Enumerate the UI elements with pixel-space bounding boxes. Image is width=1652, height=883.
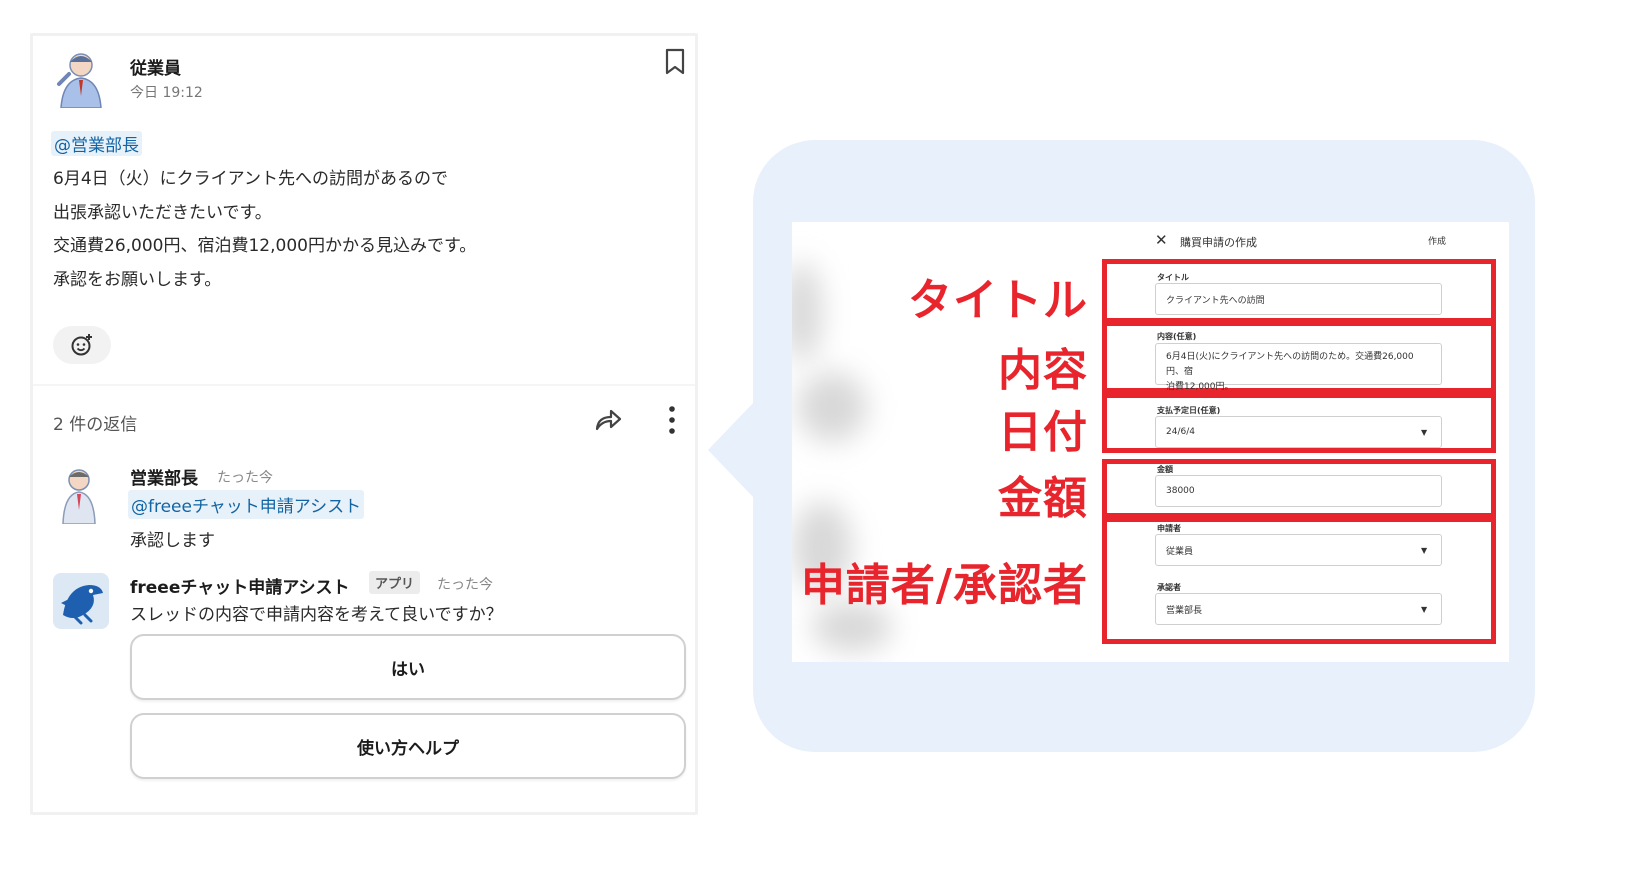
callout-label-date: 日付 (998, 407, 1088, 458)
yes-button[interactable]: はい (130, 634, 686, 700)
callout-pointer (708, 400, 756, 500)
usage-help-button[interactable]: 使い方ヘルプ (130, 713, 686, 779)
post-author-name[interactable]: 従業員 (130, 54, 181, 79)
reply-count[interactable]: 2 件の返信 (53, 410, 137, 435)
applicant-select[interactable]: 従業員 (1155, 534, 1442, 566)
app-badge: アプリ (369, 571, 421, 594)
create-button[interactable]: 作成 (1428, 234, 1446, 247)
bookmark-icon[interactable] (664, 48, 686, 76)
callout-label-amount: 金額 (998, 473, 1088, 524)
chat-thread-panel: 従業員 今日 19:12 @営業部長 6月4日（火）にクライアント先への訪問があ… (30, 33, 698, 815)
amount-field-label: 金額 (1157, 465, 1173, 474)
applicant-field-label: 申請者 (1157, 524, 1181, 533)
post-timestamp[interactable]: 今日 19:12 (130, 82, 203, 102)
post-line: 交通費26,000円、宿泊費12,000円かかる見込みです。 (53, 236, 477, 256)
chevron-down-icon: ▼ (1421, 428, 1428, 437)
close-icon[interactable]: ✕ (1155, 231, 1168, 249)
content-field-label: 内容(任意) (1157, 332, 1197, 341)
content-line: 泊費12,000円。 (1166, 382, 1234, 392)
callout-label-applicant-approver: 申請者/承認者 (800, 560, 1088, 611)
title-field-label: タイトル (1157, 273, 1189, 282)
blurred-background (797, 372, 867, 442)
app-reply-timestamp[interactable]: たった今 (437, 574, 493, 594)
reply-mention[interactable]: @freeeチャット申請アシスト (128, 490, 365, 519)
reply-author-name[interactable]: 営業部長 (130, 464, 198, 489)
post-line: 6月4日（火）にクライアント先への訪問があるので (53, 169, 448, 189)
thread-divider (33, 384, 695, 386)
title-input[interactable]: クライアント先への訪問 (1155, 283, 1442, 315)
callout-label-title: タイトル (908, 275, 1088, 326)
share-icon[interactable] (593, 405, 623, 435)
callout-label-content: 内容 (998, 345, 1088, 396)
add-reaction-button[interactable] (53, 326, 111, 364)
chevron-down-icon: ▼ (1421, 546, 1428, 555)
reply-text: 承認します (130, 531, 215, 551)
form-title: 購買申請の作成 (1180, 236, 1257, 249)
blurred-background (792, 262, 822, 362)
amount-input[interactable]: 38000 (1155, 475, 1442, 507)
post-line: 承認をお願いします。 (53, 269, 222, 290)
content-textarea[interactable]: 6月4日(火)にクライアント先への訪問のため。交通費26,000円、宿 泊費12… (1155, 343, 1442, 392)
reply-timestamp[interactable]: たった今 (217, 467, 273, 487)
more-options-icon[interactable] (667, 404, 677, 436)
approver-field-label: 承認者 (1157, 583, 1181, 592)
date-field-label: 支払予定日(任意) (1157, 406, 1221, 415)
post-mention[interactable]: @営業部長 (51, 131, 142, 156)
app-author-name[interactable]: freeeチャット申請アシスト (130, 573, 350, 598)
chevron-down-icon: ▼ (1421, 605, 1428, 614)
sales-manager-avatar[interactable] (53, 466, 105, 524)
payment-date-select[interactable]: 24/6/4 (1155, 416, 1442, 448)
approver-select[interactable]: 営業部長 (1155, 593, 1442, 625)
content-line: 6月4日(火)にクライアント先への訪問のため。交通費26,000円、宿 (1166, 352, 1414, 377)
post-message-body: 6月4日（火）にクライアント先への訪問があるので 出張承認いただきたいです。 交… (53, 163, 476, 297)
emoji-add-icon (71, 334, 92, 356)
employee-avatar[interactable] (53, 50, 109, 108)
app-reply-text: スレッドの内容で申請内容を考えて良いですか？ (130, 605, 503, 625)
app-penguin-avatar[interactable] (53, 573, 109, 629)
post-line: 出張承認いただきたいです。 (53, 202, 272, 223)
